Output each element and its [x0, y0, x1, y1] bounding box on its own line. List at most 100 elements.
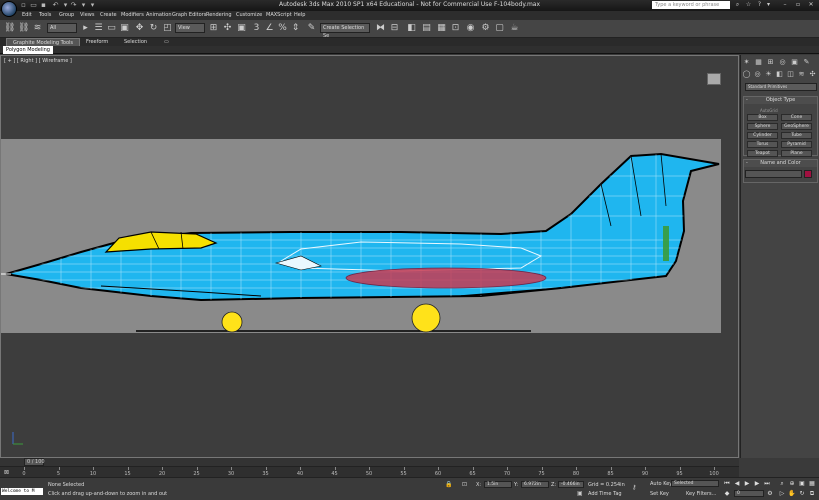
minimize-button[interactable]: –	[779, 1, 791, 9]
menu-animation[interactable]: Animation	[146, 12, 172, 18]
right-viewport[interactable]: [ + ] [ Right ] [ Wireframe ]	[0, 55, 739, 458]
previous-frame-icon[interactable]: ◀	[733, 480, 741, 488]
menu-rendering[interactable]: Rendering	[206, 12, 232, 18]
set-key-button[interactable]: Set Key	[650, 491, 669, 497]
create-tab-icon[interactable]: ✶	[742, 58, 751, 67]
mirror-icon[interactable]: ⧓	[375, 23, 386, 34]
maximize-viewport-icon[interactable]: ⧉	[808, 490, 816, 498]
ribbon-options-icon[interactable]: ▭	[158, 38, 175, 46]
menu-maxscript[interactable]: MAXScript	[266, 12, 292, 18]
systems-icon[interactable]: ✣	[808, 70, 817, 79]
communication-center-icon[interactable]: ☆	[744, 1, 753, 9]
plane-button[interactable]: Plane	[781, 150, 812, 157]
rectangular-selection-icon[interactable]: ▭	[106, 23, 117, 34]
window-crossing-icon[interactable]: ▣	[119, 23, 130, 34]
y-coordinate-field[interactable]: 6.972in	[521, 481, 549, 488]
pyramid-button[interactable]: Pyramid	[781, 141, 812, 148]
name-and-color-header[interactable]: - Name and Color	[744, 160, 817, 167]
shapes-icon[interactable]: ◎	[753, 70, 762, 79]
primitive-category-dropdown[interactable]: Standard Primitives	[745, 83, 817, 91]
auto-key-button[interactable]: Auto Key	[650, 481, 672, 487]
time-configuration-icon[interactable]: ⚙	[766, 490, 774, 498]
autogrid-checkbox[interactable]: AutoGrid	[760, 108, 778, 113]
curve-editor-icon[interactable]: ▦	[436, 23, 447, 34]
utilities-tab-icon[interactable]: ✎	[802, 58, 811, 67]
menu-views[interactable]: Views	[80, 12, 94, 18]
display-tab-icon[interactable]: ▣	[790, 58, 799, 67]
reference-coordinate-dropdown[interactable]: View	[175, 23, 205, 33]
help-icon[interactable]: ?	[755, 1, 764, 9]
modify-tab-icon[interactable]: ▦	[754, 58, 763, 67]
cylinder-button[interactable]: Cylinder	[747, 132, 778, 139]
menu-customize[interactable]: Customize	[236, 12, 262, 18]
object-type-header[interactable]: - Object Type	[744, 97, 817, 104]
angle-snap-icon[interactable]: ∠	[264, 23, 275, 34]
spinner-snap-icon[interactable]: ⇕	[290, 23, 301, 34]
go-to-end-icon[interactable]: ⏭	[763, 480, 771, 488]
search-input[interactable]: Type a keyword or phrase	[652, 1, 730, 9]
mini-curve-editor-icon[interactable]: ⊠	[4, 469, 9, 476]
selection-lock-icon[interactable]: 🔒	[445, 481, 452, 488]
maxscript-listener[interactable]: Welcome to M	[1, 488, 43, 495]
link-icon[interactable]: ⛓	[4, 23, 15, 34]
tab-selection[interactable]: Selection	[118, 38, 153, 46]
tab-graphite-modeling-tools[interactable]: Graphite Modeling Tools	[6, 38, 81, 46]
x-coordinate-field[interactable]: 1.5in	[484, 481, 512, 488]
select-object-icon[interactable]: ▸	[80, 23, 91, 34]
zoom-extents-icon[interactable]: ▣	[798, 480, 806, 488]
torus-button[interactable]: Torus	[747, 141, 778, 148]
key-icon[interactable]: ⚷	[632, 484, 636, 491]
cone-button[interactable]: Cone	[781, 114, 812, 121]
sphere-button[interactable]: Sphere	[747, 123, 778, 130]
keyboard-shortcut-override-icon[interactable]: ▣	[236, 23, 247, 34]
named-selection-dropdown[interactable]: Create Selection Se	[320, 23, 370, 39]
go-to-start-icon[interactable]: ⏮	[723, 480, 731, 488]
space-warps-icon[interactable]: ≋	[797, 70, 806, 79]
aircraft-wireframe[interactable]	[1, 56, 740, 459]
search-icon[interactable]: ⌕	[733, 1, 742, 9]
zoom-all-icon[interactable]: ⊕	[788, 480, 796, 488]
z-coordinate-field[interactable]: -0.466in	[558, 481, 584, 488]
time-tag-icon[interactable]: ▣	[577, 490, 583, 497]
graphite-toggle-icon[interactable]: ▤	[421, 23, 432, 34]
hierarchy-tab-icon[interactable]: ⊞	[766, 58, 775, 67]
select-and-scale-icon[interactable]: ◰	[162, 23, 173, 34]
tube-button[interactable]: Tube	[781, 132, 812, 139]
current-frame-field[interactable]: 0	[734, 490, 764, 497]
orbit-icon[interactable]: ↻	[798, 490, 806, 498]
select-and-rotate-icon[interactable]: ↻	[148, 23, 159, 34]
motion-tab-icon[interactable]: ◎	[778, 58, 787, 67]
menu-graph-editors[interactable]: Graph Editors	[172, 12, 206, 18]
bind-space-warp-icon[interactable]: ≋	[32, 23, 43, 34]
align-icon[interactable]: ⊟	[389, 23, 400, 34]
unlink-icon[interactable]: ⛓	[18, 23, 29, 34]
application-button[interactable]	[1, 1, 17, 17]
cameras-icon[interactable]: ◧	[775, 70, 784, 79]
track-bar[interactable]: ⊠ 0 5 10 15 20 25 30 35 40 45 50 55 60 65 70 75 80 85 90 95…	[0, 466, 739, 477]
geosphere-button[interactable]: GeoSphere	[781, 123, 812, 130]
close-button[interactable]: ✕	[805, 1, 817, 9]
help-dropdown-icon[interactable]: ▾	[764, 1, 773, 9]
select-and-move-icon[interactable]: ✥	[134, 23, 145, 34]
percent-snap-icon[interactable]: %	[277, 23, 288, 34]
schematic-view-icon[interactable]: ⊡	[450, 23, 461, 34]
menu-group[interactable]: Group	[59, 12, 74, 18]
select-by-name-icon[interactable]: ☰	[93, 23, 104, 34]
key-mode-toggle-icon[interactable]: ◆	[723, 490, 731, 498]
selection-filter-dropdown[interactable]: All	[47, 23, 77, 33]
menu-tools[interactable]: Tools	[39, 12, 51, 18]
snaps-toggle-icon[interactable]: 3	[251, 23, 262, 34]
next-frame-icon[interactable]: ▶	[753, 480, 761, 488]
menu-help[interactable]: Help	[294, 12, 305, 18]
object-color-swatch[interactable]	[804, 170, 812, 178]
render-setup-icon[interactable]: ⚙	[480, 23, 491, 34]
absolute-mode-icon[interactable]: ⊡	[462, 481, 467, 488]
zoom-extents-all-icon[interactable]: ▦	[808, 480, 816, 488]
tab-polygon-modeling[interactable]: Polygon Modeling	[3, 46, 53, 54]
menu-edit[interactable]: Edit	[22, 12, 32, 18]
box-button[interactable]: Box	[747, 114, 778, 121]
maximize-button[interactable]: ▫	[792, 1, 804, 9]
layer-manager-icon[interactable]: ◧	[406, 23, 417, 34]
menu-create[interactable]: Create	[100, 12, 117, 18]
rendered-frame-window-icon[interactable]: ▢	[494, 23, 505, 34]
